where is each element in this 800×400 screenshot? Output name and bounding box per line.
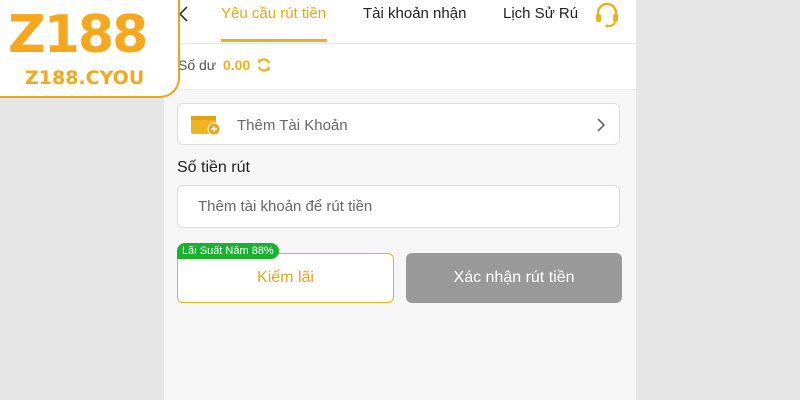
balance-row: Số dư 0.00: [164, 44, 636, 90]
withdraw-panel: Yêu cầu rút tiền Tài khoản nhận Lịch Sử …: [164, 0, 636, 400]
logo-wordmark: Z188: [8, 5, 148, 65]
brand-logo: Z188 Z188.CYOU: [0, 0, 180, 98]
confirm-withdraw-button[interactable]: Xác nhận rút tiền: [406, 253, 622, 303]
earn-interest-button[interactable]: Kiếm lãi: [177, 253, 394, 303]
chevron-right-icon: [597, 118, 606, 132]
balance-label: Số dư: [178, 57, 217, 73]
logo-domain: Z188.CYOU: [25, 67, 145, 89]
tab-withdraw-request[interactable]: Yêu cầu rút tiền: [221, 5, 326, 41]
tab-receiving-account[interactable]: Tài khoản nhận: [363, 5, 466, 41]
refresh-icon[interactable]: [256, 57, 272, 73]
add-account-row[interactable]: Thêm Tài Khoản: [177, 103, 620, 145]
interest-rate-badge: Lãi Suất Năm 88%: [177, 243, 279, 259]
add-account-label: Thêm Tài Khoản: [237, 117, 348, 134]
wallet-add-icon: [191, 116, 221, 136]
balance-value: 0.00: [223, 57, 251, 73]
amount-label: Số tiền rút: [177, 159, 250, 176]
tab-history[interactable]: Lịch Sử Rú: [503, 5, 578, 41]
headset-icon[interactable]: [592, 0, 622, 28]
amount-input[interactable]: [177, 185, 620, 228]
active-tab-indicator: [221, 39, 327, 42]
top-navigation-bar: Yêu cầu rút tiền Tài khoản nhận Lịch Sử …: [164, 0, 636, 44]
